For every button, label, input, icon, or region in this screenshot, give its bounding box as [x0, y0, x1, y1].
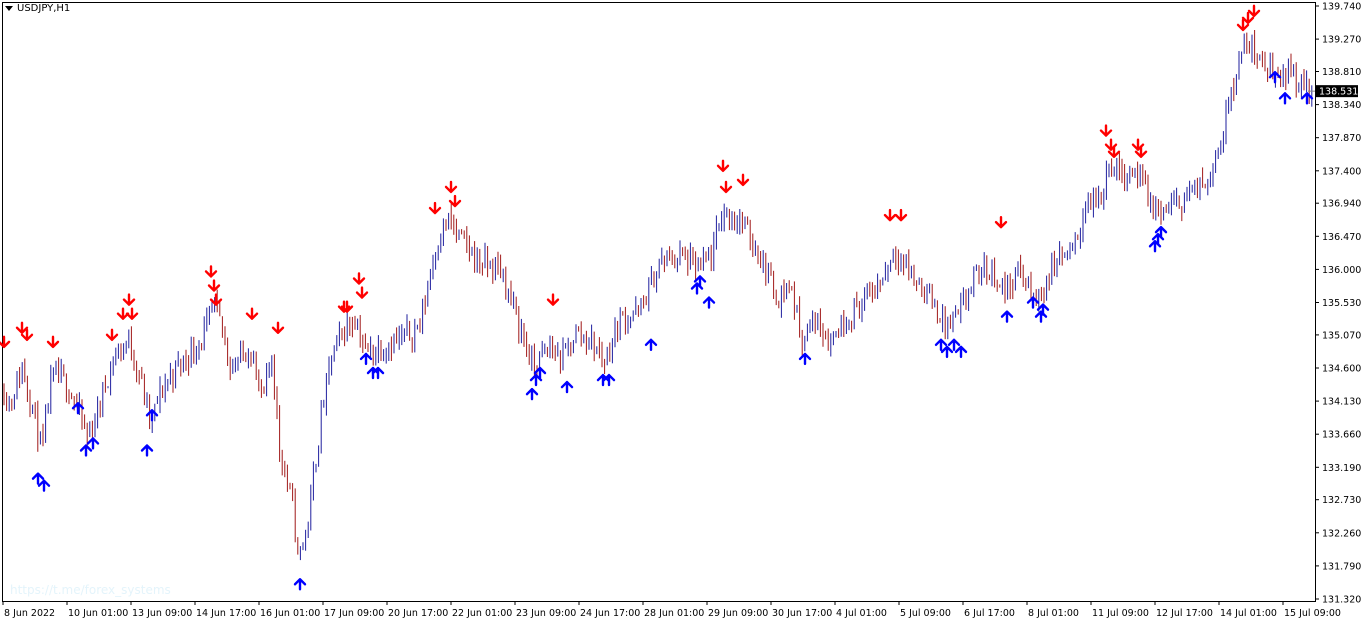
time-axis: 8 Jun 2022 10 Jun 01:00 13 Jun 09:00 14 Jun…: [2, 601, 1341, 619]
buy-arrow: [1300, 92, 1314, 105]
sell-arrow: [271, 321, 285, 334]
buy-arrow: [359, 352, 373, 366]
buy-arrow: [644, 338, 658, 352]
time-tick-label: 6 Jul 17:00: [964, 608, 1015, 619]
time-tick-label: 15 Jul 09:00: [1284, 608, 1341, 619]
sell-arrow: [883, 208, 897, 222]
time-tick-label: 12 Jul 17:00: [1156, 608, 1213, 619]
price-tick-label: 134.130: [1322, 397, 1361, 408]
buy-arrow: [79, 444, 93, 457]
symbol-label: USDJPY,H1: [17, 3, 71, 14]
sell-arrow: [719, 180, 733, 194]
time-tick-label: 17 Jun 09:00: [324, 608, 384, 619]
buy-arrow: [525, 387, 539, 401]
buy-arrow: [293, 578, 307, 591]
time-tick-label: 20 Jun 17:00: [388, 608, 448, 619]
time-tick-label: 23 Jun 09:00: [516, 608, 576, 619]
sell-arrow: [716, 159, 730, 172]
price-tick-label: 137.400: [1322, 166, 1361, 177]
price-tick-label: 138.810: [1322, 67, 1361, 78]
dropdown-triangle-icon[interactable]: [5, 6, 13, 11]
buy-arrow: [954, 345, 968, 359]
time-tick-label: 14 Jul 01:00: [1220, 608, 1277, 619]
time-tick-label: 22 Jun 01:00: [452, 608, 512, 619]
time-tick-label: 4 Jul 01:00: [836, 608, 887, 619]
signal-arrows-layer: [0, 4, 1314, 591]
buy-arrow: [140, 444, 154, 457]
chart-window[interactable]: 139.740 139.270 138.810 138.340 137.870 137.4…: [0, 0, 1362, 624]
price-tick-label: 135.530: [1322, 298, 1361, 309]
sell-arrow: [894, 208, 908, 222]
price-tick-label: 136.000: [1322, 265, 1361, 276]
sell-arrow: [105, 328, 119, 342]
sell-arrow: [1247, 4, 1261, 18]
symbol-title[interactable]: USDJPY,H1: [5, 3, 70, 14]
sell-arrow: [352, 272, 366, 285]
sell-arrow: [46, 335, 60, 349]
price-tick-label: 133.660: [1322, 430, 1361, 441]
time-tick-label: 29 Jun 09:00: [708, 608, 768, 619]
price-tick-label: 137.870: [1322, 133, 1361, 144]
time-tick-label: 16 Jun 01:00: [260, 608, 320, 619]
buy-arrow: [798, 352, 812, 366]
buy-arrow: [1278, 92, 1292, 105]
time-tick-label: 28 Jun 01:00: [644, 608, 704, 619]
sell-arrow: [428, 201, 442, 215]
time-tick-label: 13 Jun 09:00: [132, 608, 192, 619]
sell-arrow: [125, 307, 139, 320]
time-tick-label: 30 Jun 17:00: [772, 608, 832, 619]
buy-arrow: [560, 380, 574, 394]
buy-arrow: [947, 338, 961, 352]
sell-arrow: [736, 173, 750, 187]
current-price-label: 138.531: [1319, 87, 1358, 98]
price-tick-label: 138.340: [1322, 100, 1361, 111]
buy-arrow: [37, 479, 51, 492]
sell-arrow: [15, 321, 29, 334]
sell-arrow: [0, 335, 11, 349]
time-tick-label: 8 Jun 2022: [4, 608, 55, 619]
price-tick-label: 134.600: [1322, 363, 1361, 374]
sell-arrow: [444, 180, 458, 194]
price-tick-label: 133.190: [1322, 463, 1361, 474]
sell-arrow: [546, 293, 560, 306]
watermark: https://t.me/forex_systems: [10, 583, 171, 597]
time-tick-label: 5 Jul 09:00: [900, 608, 951, 619]
time-tick-label: 8 Jul 01:00: [1028, 608, 1079, 619]
price-tick-label: 136.470: [1322, 232, 1361, 243]
sell-arrow: [1099, 124, 1113, 137]
sell-arrow: [207, 279, 221, 292]
sell-arrow: [245, 307, 259, 320]
buy-arrow: [145, 409, 159, 422]
price-tick-label: 132.260: [1322, 528, 1361, 539]
time-tick-label: 24 Jun 17:00: [580, 608, 640, 619]
buy-arrow: [1000, 310, 1014, 323]
chart-frame: [2, 2, 1316, 602]
price-tick-label: 132.730: [1322, 495, 1361, 506]
time-tick-label: 10 Jun 01:00: [68, 608, 128, 619]
price-chart[interactable]: 139.740 139.270 138.810 138.340 137.870 137.4…: [0, 0, 1362, 624]
price-tick-label: 139.740: [1322, 2, 1361, 13]
bars-layer: [3, 30, 1313, 561]
price-tick-label: 131.320: [1322, 595, 1361, 606]
price-tick-label: 136.940: [1322, 199, 1361, 210]
buy-arrow: [702, 296, 716, 309]
buy-arrow: [1034, 310, 1048, 323]
time-tick-label: 11 Jul 09:00: [1092, 608, 1149, 619]
time-tick-label: 14 Jun 17:00: [196, 608, 256, 619]
sell-arrow: [355, 286, 369, 299]
price-tick-label: 135.070: [1322, 330, 1361, 341]
price-tick-label: 131.790: [1322, 561, 1361, 572]
sell-arrow: [204, 265, 218, 278]
buy-arrow: [86, 437, 100, 450]
buy-arrow: [940, 345, 954, 359]
price-tick-label: 139.270: [1322, 35, 1361, 46]
sell-arrow: [122, 293, 136, 306]
sell-arrow: [994, 215, 1008, 229]
